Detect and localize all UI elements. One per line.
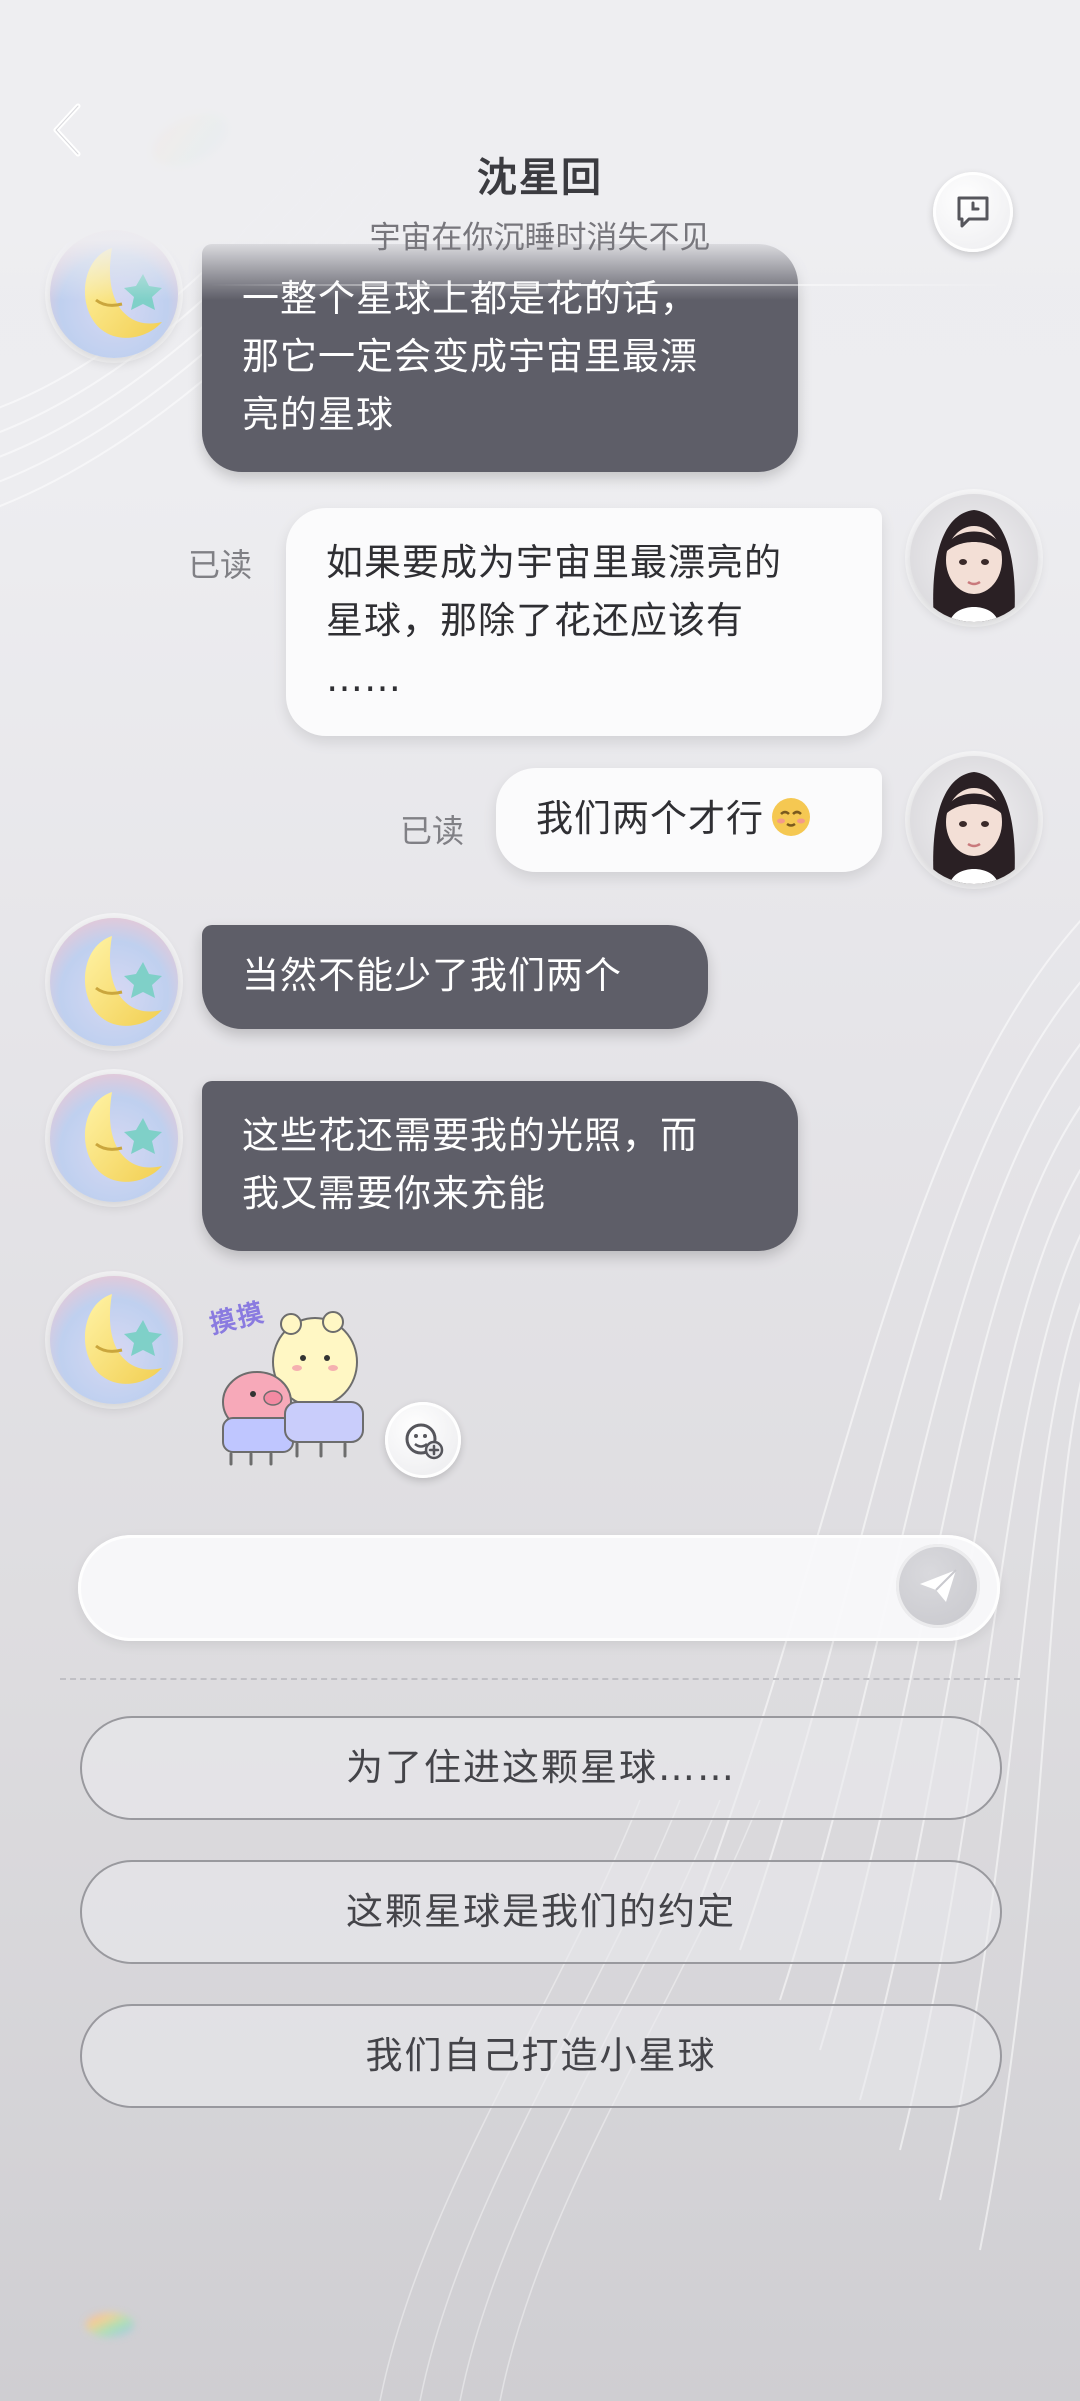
- suggestion-option[interactable]: 为了住进这颗星球……: [80, 1716, 1002, 1820]
- message-input[interactable]: [118, 1555, 922, 1623]
- message-line: 那它一定会变成宇宙里最漂: [242, 335, 698, 378]
- message-line: ……: [326, 657, 402, 700]
- sticker-message[interactable]: 摸摸: [205, 1290, 375, 1470]
- read-status: 已读: [188, 546, 253, 584]
- user-avatar[interactable]: [910, 494, 1038, 622]
- chat-history-button[interactable]: [933, 172, 1013, 252]
- message-line: 星球，那除了花还应该有: [326, 599, 744, 642]
- moon-avatar-icon: [50, 1276, 178, 1404]
- message-line: 当然不能少了我们两个: [242, 954, 622, 997]
- suggestion-option[interactable]: 我们自己打造小星球: [80, 2004, 1002, 2108]
- send-icon: [920, 1569, 957, 1602]
- add-sticker-button[interactable]: [385, 1402, 461, 1478]
- message-bubble-assistant[interactable]: 这些花还需要我的光照，而 我又需要你来充能: [202, 1081, 798, 1251]
- girl-avatar-icon: [910, 756, 1038, 884]
- message-line: 亮的星球: [242, 393, 394, 436]
- message-bubble-assistant[interactable]: 当然不能少了我们两个: [202, 925, 708, 1029]
- page-subtitle: 宇宙在你沉睡时消失不见: [369, 220, 711, 256]
- read-status: 已读: [400, 812, 465, 850]
- send-button[interactable]: [896, 1544, 980, 1628]
- message-line: 我又需要你来充能: [242, 1172, 546, 1215]
- message-bubble-user[interactable]: 我们两个才行: [496, 768, 882, 872]
- chat-header: 沈星回 宇宙在你沉睡时消失不见: [0, 0, 1080, 300]
- assistant-avatar[interactable]: [50, 1276, 178, 1404]
- chat-history-icon: [957, 196, 989, 228]
- add-sticker-icon: [405, 1423, 444, 1460]
- message-bubble-user[interactable]: 如果要成为宇宙里最漂亮的 星球，那除了花还应该有 ……: [286, 508, 882, 736]
- girl-avatar-icon: [910, 494, 1038, 622]
- message-line: 如果要成为宇宙里最漂亮的: [326, 541, 782, 584]
- user-avatar[interactable]: [910, 756, 1038, 884]
- moon-avatar-icon: [50, 918, 178, 1046]
- light-flare: [86, 2313, 134, 2337]
- moon-avatar-icon: [50, 1074, 178, 1202]
- page-title: 沈星回: [477, 154, 603, 201]
- suggestion-option[interactable]: 这颗星球是我们的约定: [80, 1860, 1002, 1964]
- message-input-container: [78, 1535, 1000, 1641]
- message-line: 这些花还需要我的光照，而: [242, 1114, 698, 1157]
- divider: [60, 1678, 1020, 1680]
- header-divider: [210, 284, 1010, 286]
- blushing-face-emoji: [772, 798, 810, 836]
- assistant-avatar[interactable]: [50, 1074, 178, 1202]
- assistant-avatar[interactable]: [50, 918, 178, 1046]
- message-line: 我们两个才行: [536, 797, 764, 840]
